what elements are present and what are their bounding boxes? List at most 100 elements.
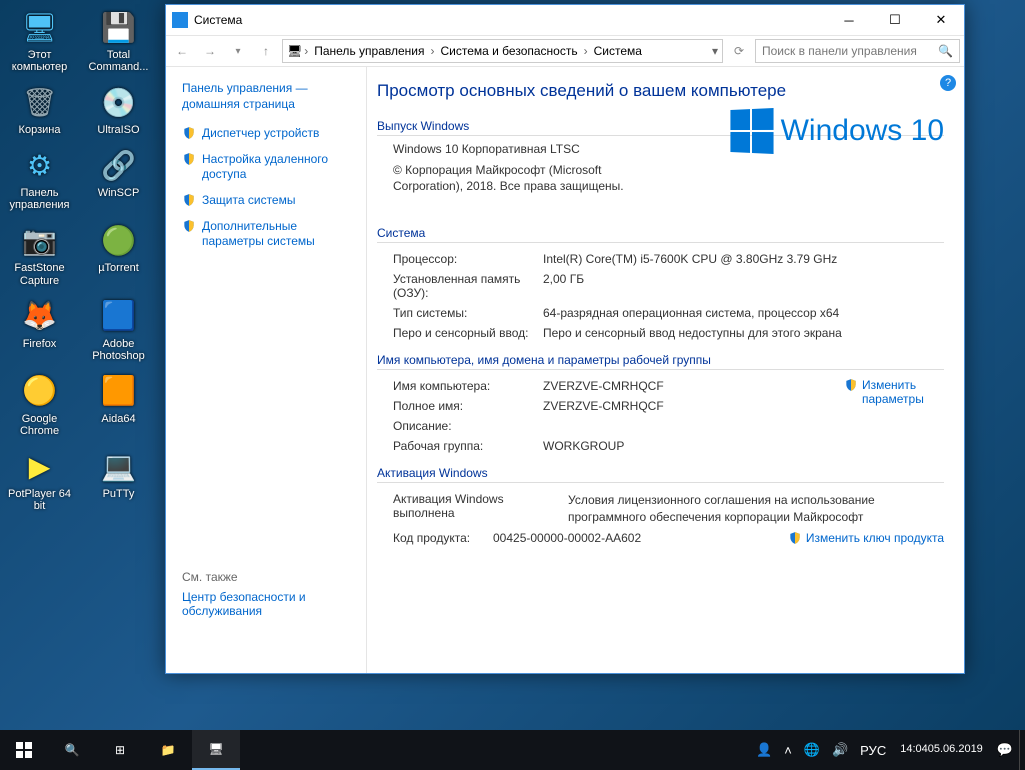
edition-name: Windows 10 Корпоративная LTSC xyxy=(393,142,657,156)
titlebar[interactable]: Система ─ ☐ ✕ xyxy=(166,5,964,35)
desktop-icon[interactable]: ▶PotPlayer 64 bit xyxy=(2,446,77,512)
icon-label: Корзина xyxy=(2,124,77,136)
app-icon: ▶ xyxy=(20,446,60,486)
icon-label: Total Command... xyxy=(81,49,156,73)
search-input[interactable]: Поиск в панели управления 🔍 xyxy=(755,39,960,63)
icon-label: FastStone Capture xyxy=(2,262,77,286)
content: ? Просмотр основных сведений о вашем ком… xyxy=(366,67,964,673)
desktop-icon[interactable]: 🟧Aida64 xyxy=(81,371,156,425)
sidebar-link[interactable]: Диспетчер устройств xyxy=(182,126,350,142)
product-key-label: Код продукта: xyxy=(393,531,493,545)
computer-name-section-title: Имя компьютера, имя домена и параметры р… xyxy=(377,351,944,370)
network-icon[interactable]: 🌐 xyxy=(798,730,826,770)
desktop: 🖥Этот компьютер💾Total Command...🗑Корзина… xyxy=(0,0,165,730)
app-icon: 🔗 xyxy=(99,145,139,185)
app-icon: 🟡 xyxy=(20,371,60,411)
desktop-icon[interactable]: 🟢µTorrent xyxy=(81,220,156,274)
refresh-button[interactable]: ⟳ xyxy=(727,39,751,63)
taskbar: 🔍 ⊞ 📁 🖥 👤 ˄ 🌐 🔊 РУС 14:04 05.06.2019 💬 xyxy=(0,730,1025,770)
app-icon: 💾 xyxy=(99,7,139,47)
control-panel-home-link[interactable]: Панель управления — домашняя страница xyxy=(182,81,350,112)
desktop-icon[interactable]: 🟦Adobe Photoshop xyxy=(81,296,156,362)
clock-date: 05.06.2019 xyxy=(928,743,983,756)
file-explorer-taskbar[interactable]: 📁 xyxy=(144,730,192,770)
icon-label: Firefox xyxy=(2,338,77,350)
action-center-icon[interactable]: 💬 xyxy=(991,730,1019,770)
shield-icon xyxy=(182,152,196,166)
start-button[interactable] xyxy=(0,730,48,770)
shield-icon xyxy=(182,193,196,207)
system-row: Процессор:Intel(R) Core(TM) i5-7600K CPU… xyxy=(377,249,944,269)
desktop-icon[interactable]: ⚙Панель управления xyxy=(2,145,77,211)
clock[interactable]: 14:04 05.06.2019 xyxy=(892,730,991,770)
desktop-icon[interactable]: 📷FastStone Capture xyxy=(2,220,77,286)
see-also-header: См. также xyxy=(182,570,350,584)
search-button[interactable]: 🔍 xyxy=(48,730,96,770)
activation-status: Активация Windows выполнена xyxy=(393,492,568,524)
windows-logo-text: Windows 10 xyxy=(781,114,944,148)
sidebar-link[interactable]: Настройка удаленного доступа xyxy=(182,152,350,183)
tray-expand-icon[interactable]: ˄ xyxy=(778,730,798,770)
window-title: Система xyxy=(194,13,826,27)
icon-label: Adobe Photoshop xyxy=(81,338,156,362)
maximize-button[interactable]: ☐ xyxy=(872,5,918,35)
show-desktop[interactable] xyxy=(1019,730,1025,770)
sidebar: Панель управления — домашняя страница Ди… xyxy=(166,67,366,673)
close-button[interactable]: ✕ xyxy=(918,5,964,35)
icon-label: PuTTy xyxy=(81,488,156,500)
system-window: Система ─ ☐ ✕ ← → ▾ ↑ 🖥› Панель управлен… xyxy=(165,4,965,674)
desktop-icon[interactable]: 🗑Корзина xyxy=(2,82,77,136)
desktop-icon[interactable]: 💿 UltraISO xyxy=(81,82,156,136)
breadcrumb-item[interactable]: Панель управления xyxy=(310,44,428,58)
minimize-button[interactable]: ─ xyxy=(826,5,872,35)
shield-icon xyxy=(182,126,196,140)
search-icon: 🔍 xyxy=(938,44,953,58)
security-center-link[interactable]: Центр безопасности и обслуживания xyxy=(182,590,306,618)
icon-label: Этот компьютер xyxy=(2,49,77,73)
see-also: См. также Центр безопасности и обслужива… xyxy=(182,570,350,618)
breadcrumb[interactable]: 🖥› Панель управления› Система и безопасн… xyxy=(282,39,723,63)
desktop-icon[interactable]: 💾Total Command... xyxy=(81,7,156,73)
app-icon: 💿 xyxy=(99,82,139,122)
language-indicator[interactable]: РУС xyxy=(854,730,892,770)
icon-label: PotPlayer 64 bit xyxy=(2,488,77,512)
icon-label: Google Chrome xyxy=(2,413,77,437)
icon-label: UltraISO xyxy=(81,124,156,136)
icon-label: µTorrent xyxy=(81,262,156,274)
activation-section-title: Активация Windows xyxy=(377,464,944,483)
address-bar: ← → ▾ ↑ 🖥› Панель управления› Система и … xyxy=(166,35,964,67)
system-row: Перо и сенсорный ввод:Перо и сенсорный в… xyxy=(377,323,944,343)
system-row: Установленная память (ОЗУ):2,00 ГБ xyxy=(377,269,944,303)
windows-logo-icon xyxy=(730,108,773,154)
copyright: © Корпорация Майкрософт (Microsoft Corpo… xyxy=(393,162,657,194)
change-settings-link[interactable]: Изменить параметры xyxy=(844,378,924,406)
shield-icon xyxy=(182,219,196,233)
name-row: Рабочая группа:WORKGROUP xyxy=(377,436,944,456)
task-view-button[interactable]: ⊞ xyxy=(96,730,144,770)
help-icon[interactable]: ? xyxy=(940,75,956,91)
system-taskbar-button[interactable]: 🖥 xyxy=(192,730,240,770)
back-button[interactable]: ← xyxy=(170,39,194,63)
license-terms-link[interactable]: Условия лицензионного соглашения на испо… xyxy=(568,492,944,524)
sidebar-link[interactable]: Защита системы xyxy=(182,193,350,209)
product-key: 00425-00000-00002-AA602 xyxy=(493,531,641,545)
system-section-title: Система xyxy=(377,224,944,243)
desktop-icon[interactable]: 🖥Этот компьютер xyxy=(2,7,77,73)
tray: 👤 ˄ 🌐 🔊 РУС 14:04 05.06.2019 💬 xyxy=(750,730,1025,770)
breadcrumb-item[interactable]: Система xyxy=(590,44,646,58)
up-button[interactable]: ↑ xyxy=(254,39,278,63)
desktop-icon[interactable]: 🦊Firefox xyxy=(2,296,77,350)
change-product-key-link[interactable]: Изменить ключ продукта xyxy=(788,531,944,545)
system-icon xyxy=(172,12,188,28)
volume-icon[interactable]: 🔊 xyxy=(826,730,854,770)
recent-button[interactable]: ▾ xyxy=(226,39,250,63)
icon-label: Aida64 xyxy=(81,413,156,425)
desktop-icon[interactable]: 💻PuTTy xyxy=(81,446,156,500)
forward-button[interactable]: → xyxy=(198,39,222,63)
breadcrumb-item[interactable]: Система и безопасность xyxy=(436,44,581,58)
people-icon[interactable]: 👤 xyxy=(750,730,778,770)
desktop-icon[interactable]: 🔗WinSCP xyxy=(81,145,156,199)
sidebar-link[interactable]: Дополнительные параметры системы xyxy=(182,219,350,250)
desktop-icon[interactable]: 🟡Google Chrome xyxy=(2,371,77,437)
windows-logo: Windows 10 xyxy=(729,109,944,153)
